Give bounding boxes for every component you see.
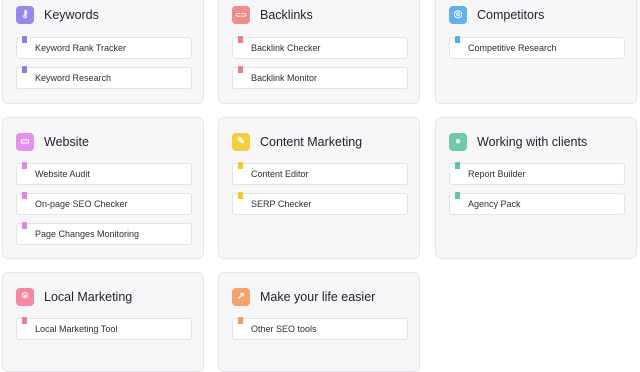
browser-icon: ▭ xyxy=(16,133,34,151)
card-header: ⊂⊃ Backlinks xyxy=(232,5,313,25)
tool-label: Backlink Monitor xyxy=(251,73,318,83)
card-header: ◎ Competitors xyxy=(449,5,544,25)
bookmark-flag-icon xyxy=(22,222,27,229)
tool-link-page-changes-monitoring[interactable]: Page Changes Monitoring xyxy=(16,222,192,245)
tool-label: Report Builder xyxy=(468,169,526,179)
tool-label: Keyword Rank Tracker xyxy=(35,43,127,53)
card-header: ● Working with clients xyxy=(449,132,587,152)
tool-label: Local Marketing Tool xyxy=(35,324,118,334)
card-title: Local Marketing xyxy=(44,290,133,304)
link-icon: ⊂⊃ xyxy=(232,6,250,24)
bookmark-flag-icon xyxy=(455,36,460,43)
bookmark-flag-icon xyxy=(22,36,27,43)
user-icon: ● xyxy=(449,133,467,151)
card-header: ⌾ Local Marketing xyxy=(16,287,132,307)
tool-link-backlink-checker[interactable]: Backlink Checker xyxy=(232,36,408,59)
tool-link-backlink-monitor[interactable]: Backlink Monitor xyxy=(232,66,408,89)
card-title: Backlinks xyxy=(260,8,313,22)
target-icon: ◎ xyxy=(449,6,467,24)
card-website: ▭ Website Website Audit On-page SEO Checker… xyxy=(2,117,204,259)
tool-link-on-page-seo-checker[interactable]: On-page SEO Checker xyxy=(16,192,192,215)
card-title: Keywords xyxy=(44,8,99,22)
tool-label: Page Changes Monitoring xyxy=(35,229,140,239)
tool-link-content-editor[interactable]: Content Editor xyxy=(232,162,408,185)
bookmark-flag-icon xyxy=(22,162,27,169)
bookmark-flag-icon xyxy=(238,317,243,324)
bookmark-flag-icon xyxy=(238,192,243,199)
bookmark-flag-icon xyxy=(238,162,243,169)
tool-label: Competitive Research xyxy=(468,43,557,53)
tool-link-keyword-research[interactable]: Keyword Research xyxy=(16,66,192,89)
card-header: ⚷ Keywords xyxy=(16,5,99,25)
tool-link-keyword-rank-tracker[interactable]: Keyword Rank Tracker xyxy=(16,36,192,59)
card-title: Content Marketing xyxy=(260,135,363,149)
bookmark-flag-icon xyxy=(22,317,27,324)
card-local-marketing: ⌾ Local Marketing Local Marketing Tool xyxy=(2,272,204,372)
card-title: Competitors xyxy=(477,8,545,22)
bookmark-flag-icon xyxy=(455,192,460,199)
tool-link-serp-checker[interactable]: SERP Checker xyxy=(232,192,408,215)
card-keywords: ⚷ Keywords Keyword Rank Tracker Keyword Res… xyxy=(2,0,204,104)
edit-icon: ✎ xyxy=(232,133,250,151)
tool-label: Backlink Checker xyxy=(251,43,321,53)
card-backlinks: ⊂⊃ Backlinks Backlink Checker Backlink Moni… xyxy=(218,0,420,104)
tool-link-website-audit[interactable]: Website Audit xyxy=(16,162,192,185)
tool-label: Keyword Research xyxy=(35,73,112,83)
tool-link-report-builder[interactable]: Report Builder xyxy=(449,162,625,185)
bookmark-flag-icon xyxy=(22,192,27,199)
tool-label: Other SEO tools xyxy=(251,324,317,334)
card-header: ✎ Content Marketing xyxy=(232,132,362,152)
tool-link-local-marketing-tool[interactable]: Local Marketing Tool xyxy=(16,317,192,340)
card-title: Website xyxy=(44,135,89,149)
card-working-with-clients: ● Working with clients Report Builder Agenc… xyxy=(435,117,637,259)
bookmark-flag-icon xyxy=(455,162,460,169)
location-pin-icon: ⌾ xyxy=(16,288,34,306)
tool-label: Agency Pack xyxy=(468,199,521,209)
card-content-marketing: ✎ Content Marketing Content Editor SERP Che… xyxy=(218,117,420,259)
card-title: Working with clients xyxy=(477,135,588,149)
bookmark-flag-icon xyxy=(238,66,243,73)
bookmark-flag-icon xyxy=(238,36,243,43)
card-competitors: ◎ Competitors Competitive Research xyxy=(435,0,637,104)
card-header: ▭ Website xyxy=(16,132,89,152)
tool-link-other-seo-tools[interactable]: Other SEO tools xyxy=(232,317,408,340)
card-make-your-life-easier: ↗ Make your life easier Other SEO tools xyxy=(218,272,420,372)
tool-label: Website Audit xyxy=(35,169,90,179)
bookmark-flag-icon xyxy=(22,66,27,73)
key-icon: ⚷ xyxy=(16,6,34,24)
tool-link-agency-pack[interactable]: Agency Pack xyxy=(449,192,625,215)
trend-up-icon: ↗ xyxy=(232,288,250,306)
tool-label: Content Editor xyxy=(251,169,309,179)
tool-link-competitive-research[interactable]: Competitive Research xyxy=(449,36,625,59)
tool-label: On-page SEO Checker xyxy=(35,199,128,209)
tool-label: SERP Checker xyxy=(251,199,312,209)
card-header: ↗ Make your life easier xyxy=(232,287,375,307)
card-title: Make your life easier xyxy=(260,290,376,304)
